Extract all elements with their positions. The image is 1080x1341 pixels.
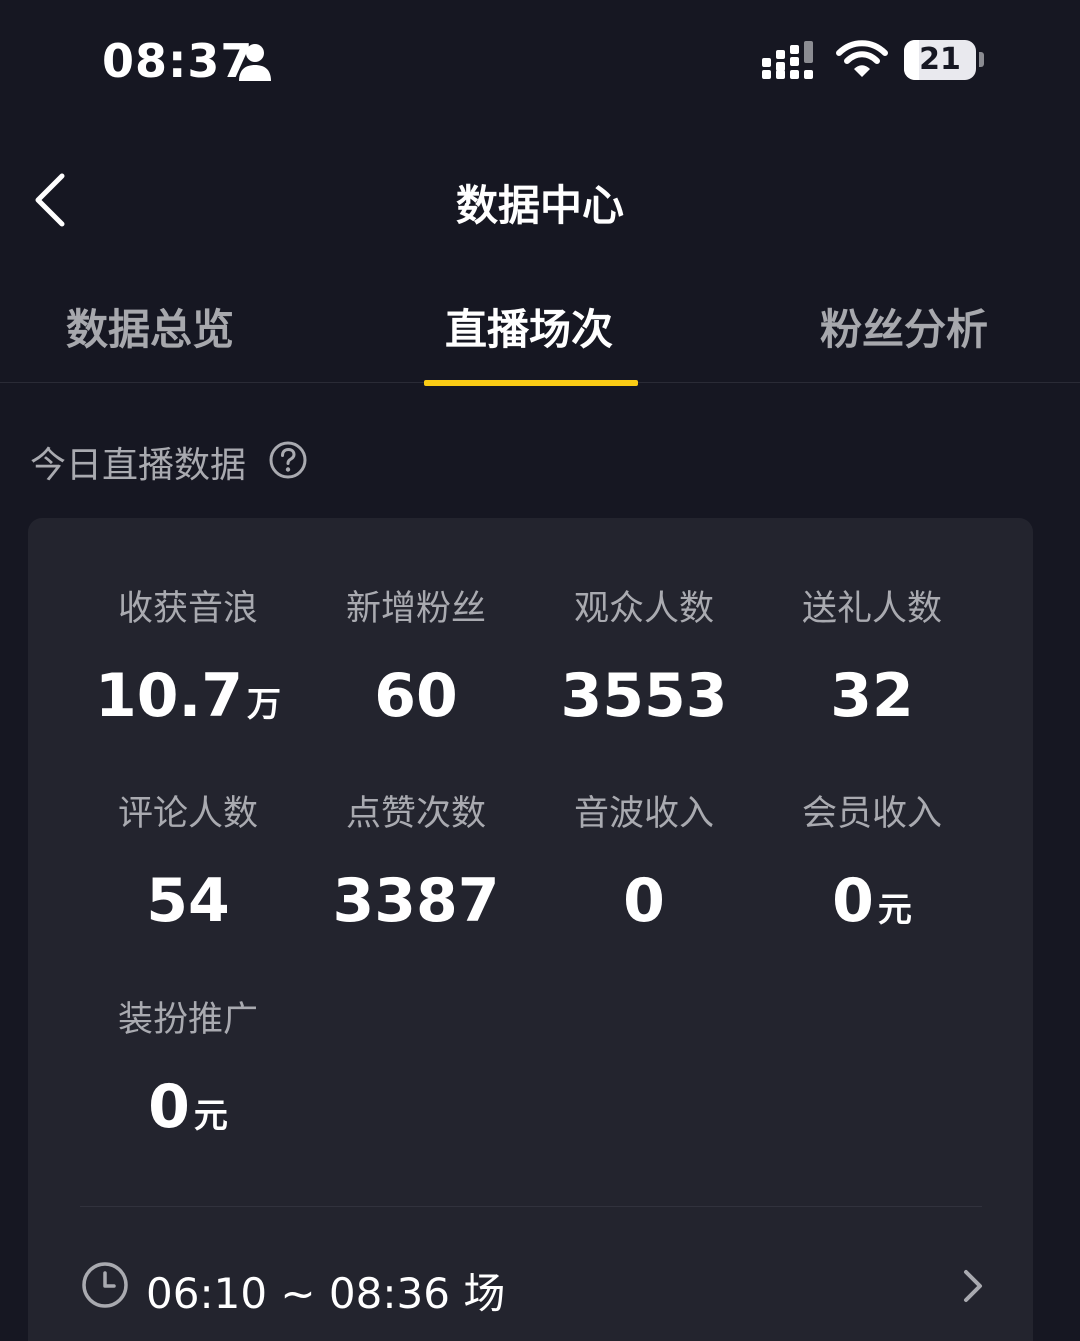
battery-icon: 21 xyxy=(904,40,976,80)
session-time-range: 06:10 ~ 08:36 场 xyxy=(146,1269,506,1318)
status-bar: 08:37 21 xyxy=(0,0,1080,120)
clock-icon xyxy=(82,1262,128,1308)
metric-label: 新增粉丝 xyxy=(345,589,486,629)
metric-value: 32 xyxy=(830,661,914,731)
metric-label: 会员收入 xyxy=(801,794,942,834)
metric-likes: 点赞次数 3387 xyxy=(302,785,530,936)
data-center-screen: 08:37 21 数据中心 数据总览 直播场次 粉丝分析 今日直播数据 收获音浪… xyxy=(0,0,1080,1341)
metric-unit: 元 xyxy=(877,890,912,930)
divider xyxy=(80,1206,982,1207)
person-icon xyxy=(239,44,271,81)
signal-icon xyxy=(762,41,813,79)
metric-unit: 元 xyxy=(193,1096,228,1136)
metric-value: 3387 xyxy=(332,866,500,936)
status-time: 08:37 xyxy=(102,34,254,88)
metric-label: 收获音浪 xyxy=(117,589,258,629)
wifi-icon xyxy=(836,40,888,77)
metric-value: 10.7 万 xyxy=(94,661,282,731)
metric-value: 54 xyxy=(146,866,230,936)
battery-nub xyxy=(979,52,984,67)
metric-value: 0 xyxy=(623,866,665,936)
tab-live-sessions[interactable]: 直播场次 xyxy=(445,296,613,357)
section-title: 今日直播数据 xyxy=(30,445,247,486)
metric-gift-senders: 送礼人数 32 xyxy=(758,580,986,731)
metric-decoration-promo: 装扮推广 0元 xyxy=(74,991,302,1142)
chevron-left-icon[interactable] xyxy=(28,168,72,232)
battery-percent: 21 xyxy=(919,42,961,77)
metric-new-fans: 新增粉丝 60 xyxy=(302,580,530,731)
tab-data-overview[interactable]: 数据总览 xyxy=(66,296,234,357)
metric-value: 0元 xyxy=(832,866,912,936)
active-tab-indicator xyxy=(424,380,638,386)
metric-label: 点赞次数 xyxy=(345,794,486,834)
metric-value: 0元 xyxy=(148,1072,228,1142)
metric-value: 60 xyxy=(374,661,458,731)
metric-label: 观众人数 xyxy=(573,589,714,629)
session-row[interactable]: 06:10 ~ 08:36 场 xyxy=(80,1248,990,1324)
metric-label: 评论人数 xyxy=(117,794,258,834)
metric-value: 3553 xyxy=(560,661,728,731)
tab-bar: 数据总览 直播场次 粉丝分析 xyxy=(0,290,1080,383)
metric-sound-waves: 收获音浪 10.7 万 xyxy=(74,580,302,731)
stats-card: 收获音浪 10.7 万 新增粉丝 60 观众人数 3553 送礼人数 32 评论人… xyxy=(28,518,1033,1341)
metric-label: 送礼人数 xyxy=(801,589,942,629)
tab-fan-analysis[interactable]: 粉丝分析 xyxy=(820,296,988,357)
metric-wave-income: 音波收入 0 xyxy=(530,785,758,936)
page-title: 数据中心 xyxy=(455,181,624,230)
metric-commenters: 评论人数 54 xyxy=(74,785,302,936)
metric-member-income: 会员收入 0元 xyxy=(758,785,986,936)
metric-label: 装扮推广 xyxy=(117,1000,258,1040)
metric-label: 音波收入 xyxy=(573,794,714,834)
chevron-right-icon[interactable] xyxy=(960,1266,986,1306)
metric-unit: 万 xyxy=(247,685,282,725)
question-circle-icon[interactable] xyxy=(268,440,308,480)
metric-viewers: 观众人数 3553 xyxy=(530,580,758,731)
